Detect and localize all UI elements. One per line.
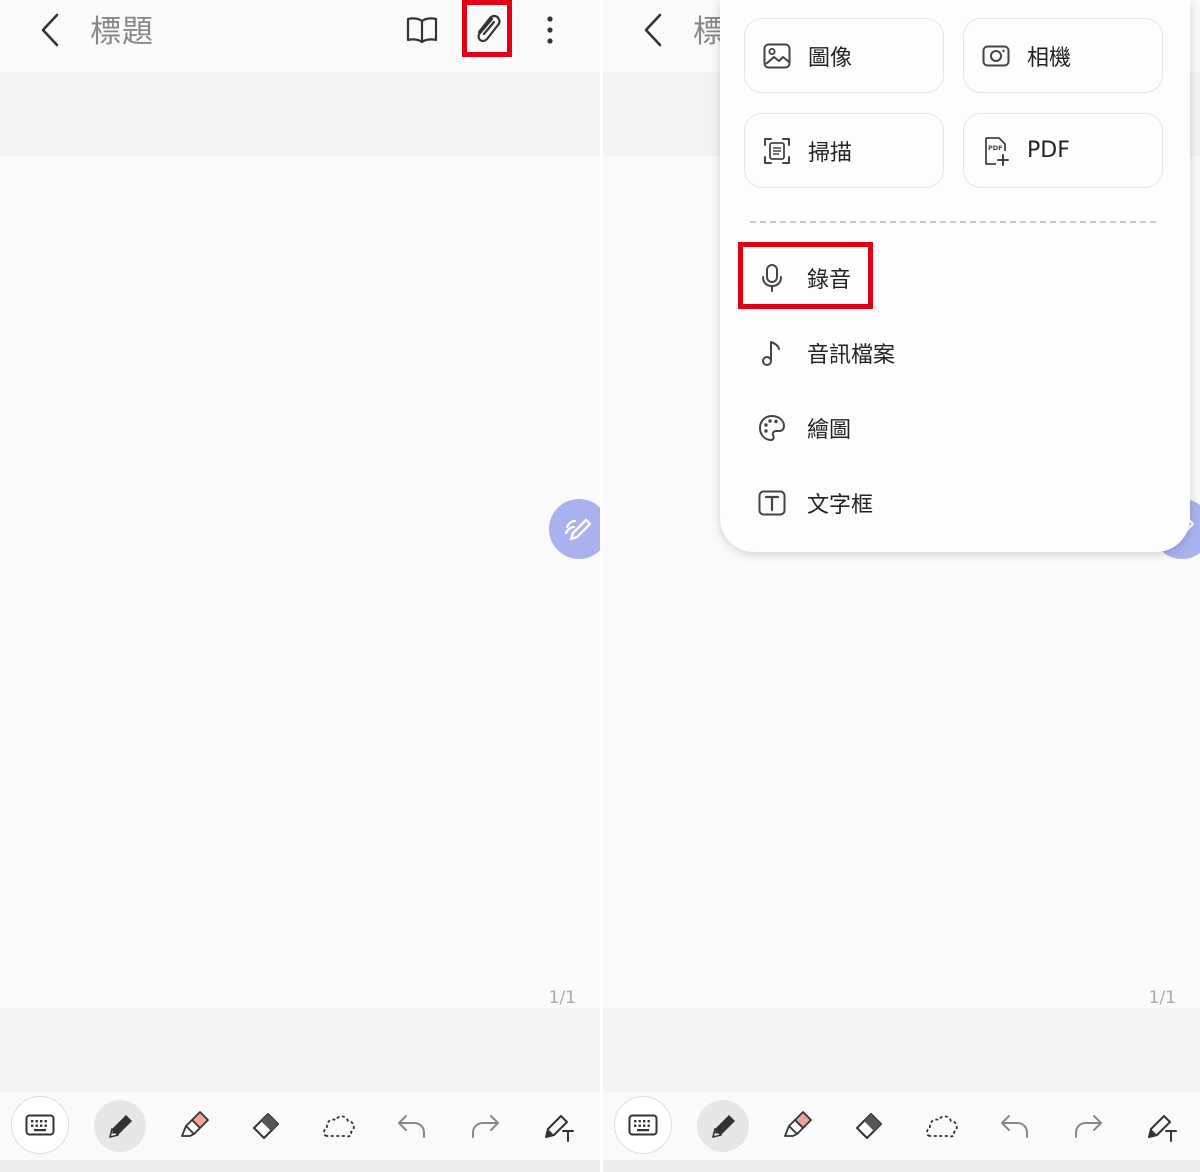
svg-text:PDF: PDF — [988, 144, 1003, 152]
drawing-toolbar — [603, 1092, 1200, 1160]
attach-drawing-item[interactable]: 繪圖 — [756, 405, 851, 451]
image-icon — [762, 41, 792, 71]
pen-wave-icon — [564, 518, 592, 541]
attach-camera-label: 相機 — [1027, 45, 1072, 71]
redo-button[interactable] — [1062, 1100, 1114, 1152]
note-canvas[interactable] — [0, 156, 600, 1008]
page-top-margin — [0, 72, 600, 156]
lasso-icon — [926, 1115, 958, 1138]
more-options-button[interactable] — [528, 8, 572, 52]
pen-to-text-button[interactable] — [533, 1100, 585, 1152]
palette-icon — [756, 412, 788, 444]
camera-icon — [981, 41, 1011, 71]
highlighter-icon — [181, 1111, 209, 1137]
pen-tool-button[interactable] — [697, 1100, 749, 1152]
eraser-icon — [856, 1113, 882, 1139]
drawing-toolbar — [0, 1092, 600, 1160]
nav-bar-strip — [603, 1160, 1200, 1172]
attach-pdf-button[interactable]: PDF PDF — [963, 113, 1163, 188]
highlight-attach-button — [462, 0, 512, 57]
note-title[interactable]: 標題 — [90, 10, 154, 54]
highlighter-tool-button[interactable] — [771, 1100, 823, 1152]
keyboard-mode-button[interactable] — [614, 1096, 672, 1154]
pen-to-text-button[interactable] — [1136, 1100, 1188, 1152]
keyboard-icon — [25, 1114, 55, 1136]
more-vertical-icon — [547, 16, 553, 44]
attach-audio-file-label: 音訊檔案 — [807, 343, 896, 368]
redo-icon — [1075, 1115, 1102, 1138]
reading-mode-button[interactable] — [400, 8, 444, 52]
scan-icon — [762, 136, 792, 166]
undo-icon — [398, 1115, 425, 1138]
eraser-tool-button[interactable] — [843, 1100, 895, 1152]
highlighter-icon — [784, 1111, 812, 1137]
pen-icon — [109, 1115, 132, 1138]
nav-bar-strip — [0, 1160, 600, 1172]
undo-button[interactable] — [386, 1100, 438, 1152]
back-button[interactable] — [34, 10, 66, 50]
attach-text-box-item[interactable]: 文字框 — [756, 480, 873, 526]
attach-text-box-label: 文字框 — [807, 493, 874, 518]
text-box-icon — [756, 487, 788, 519]
quick-pen-button[interactable] — [549, 499, 600, 559]
lasso-tool-button[interactable] — [916, 1100, 968, 1152]
page-indicator: 1/1 — [1148, 988, 1176, 1008]
redo-icon — [472, 1115, 499, 1138]
eraser-tool-button[interactable] — [240, 1100, 292, 1152]
lasso-icon — [323, 1115, 355, 1138]
attach-camera-button[interactable]: 相機 — [963, 18, 1163, 93]
lasso-tool-button[interactable] — [313, 1100, 365, 1152]
attach-audio-file-item[interactable]: 音訊檔案 — [756, 330, 895, 376]
page-bottom-margin — [603, 1008, 1200, 1092]
undo-icon — [1001, 1115, 1028, 1138]
attach-scan-button[interactable]: 掃描 — [744, 113, 944, 188]
undo-button[interactable] — [989, 1100, 1041, 1152]
pen-icon — [712, 1115, 735, 1138]
menu-separator — [750, 221, 1156, 223]
keyboard-mode-button[interactable] — [11, 1096, 69, 1154]
keyboard-icon — [628, 1114, 658, 1136]
note-screen-left: 標題 1/1 — [0, 0, 600, 1172]
chevron-left-icon — [41, 13, 59, 47]
music-note-icon — [756, 337, 788, 369]
attach-image-label: 圖像 — [808, 45, 853, 71]
highlight-voice-recording — [738, 242, 873, 309]
eraser-icon — [253, 1113, 279, 1139]
pen-tool-button[interactable] — [94, 1100, 146, 1152]
attach-image-button[interactable]: 圖像 — [744, 18, 944, 93]
highlighter-tool-button[interactable] — [168, 1100, 220, 1152]
page-bottom-margin — [0, 1008, 600, 1092]
back-button[interactable] — [637, 10, 669, 50]
attach-drawing-label: 繪圖 — [807, 418, 852, 443]
pen-to-text-icon — [545, 1115, 574, 1142]
attach-pdf-label: PDF — [1027, 138, 1070, 163]
chevron-left-icon — [644, 13, 662, 47]
book-icon — [406, 17, 438, 44]
attach-scan-label: 掃描 — [808, 140, 853, 166]
redo-button[interactable] — [459, 1100, 511, 1152]
pen-to-text-icon — [1148, 1115, 1177, 1142]
page-indicator: 1/1 — [548, 988, 576, 1008]
pdf-add-icon: PDF — [981, 136, 1011, 166]
